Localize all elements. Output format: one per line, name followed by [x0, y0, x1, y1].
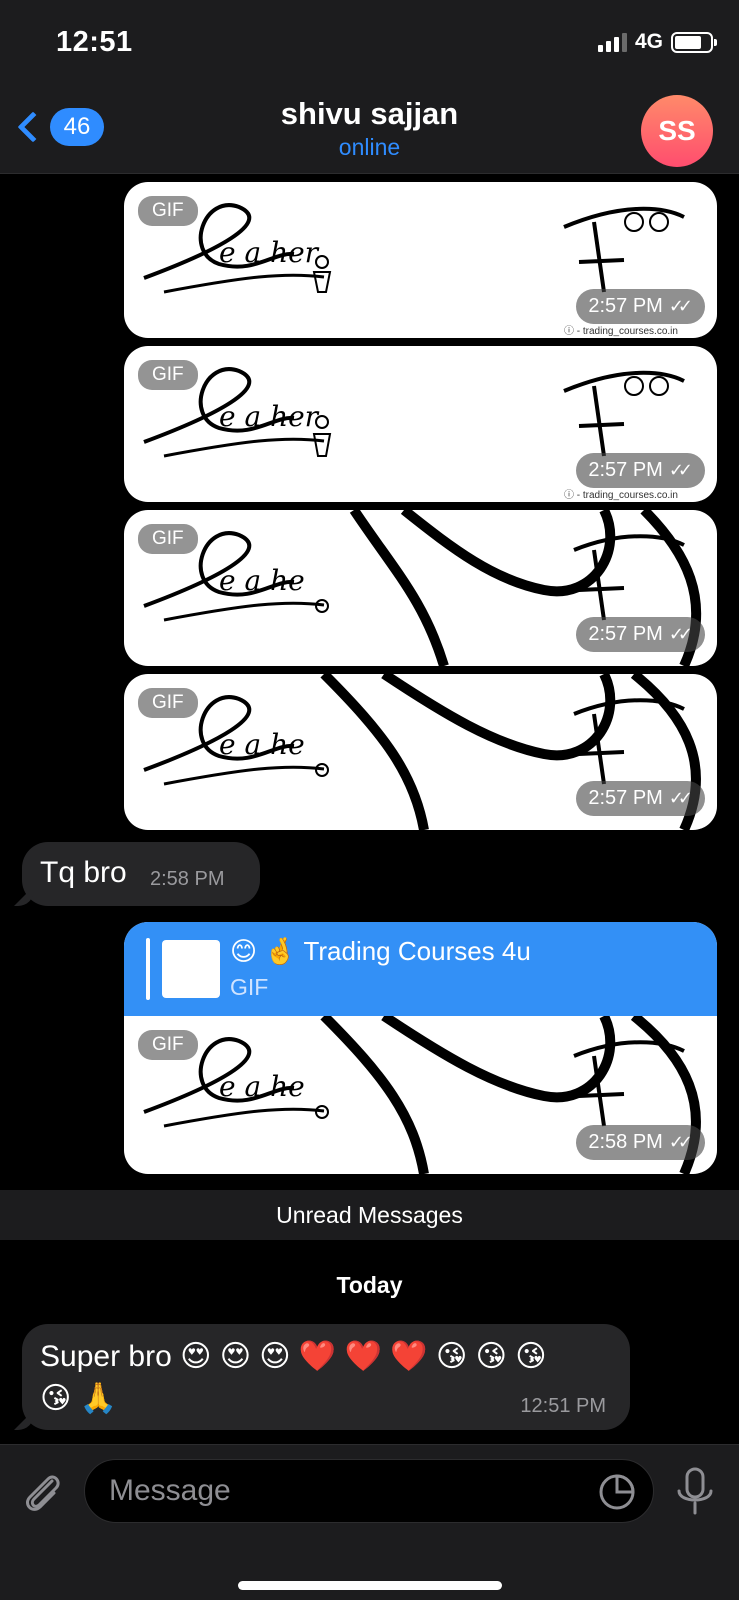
- svg-text:e a he: e a he: [219, 564, 305, 597]
- message-time: 2:57 PM ✓✓: [576, 617, 705, 652]
- read-ticks-icon: ✓✓: [668, 296, 693, 316]
- microphone-icon[interactable]: [671, 1465, 719, 1517]
- status-time: 12:51: [56, 26, 133, 58]
- read-ticks-icon: ✓✓: [668, 460, 693, 480]
- reply-thumbnail: [162, 940, 220, 998]
- svg-text:e a her: e a her: [219, 400, 320, 433]
- incoming-message[interactable]: Super bro 😍 😍 😍 ❤️ ❤️ ❤️ 😘 😘 😘 😘 🙏 12:51…: [14, 1324, 630, 1430]
- avatar[interactable]: SS: [641, 95, 713, 167]
- home-indicator[interactable]: [238, 1581, 502, 1590]
- paperclip-icon[interactable]: [18, 1467, 66, 1515]
- chat-title-area[interactable]: shivu sajjan online: [0, 96, 739, 161]
- reply-title: 😊 🤞 Trading Courses 4u: [230, 936, 531, 966]
- reply-subtitle: GIF: [230, 974, 269, 1000]
- composer: [0, 1444, 739, 1600]
- message-time: 2:58 PM ✓✓: [576, 1125, 705, 1160]
- unread-separator: Unread Messages: [0, 1190, 739, 1240]
- gif-message[interactable]: e a he GIF 2:57 PM ✓✓: [124, 510, 717, 666]
- message-time: 2:58 PM: [150, 868, 225, 890]
- message-time: 2:57 PM ✓✓: [576, 289, 705, 324]
- date-separator: Today: [336, 1272, 403, 1298]
- svg-text:ⓘ - trading_courses.co.in: ⓘ - trading_courses.co.in: [564, 325, 678, 337]
- message-text: Super bro 😍 😍 😍 ❤️ ❤️ ❤️ 😘 😘 😘 😘 🙏: [40, 1340, 547, 1415]
- read-ticks-icon: ✓✓: [668, 788, 693, 808]
- reply-preview[interactable]: 😊 🤞 Trading Courses 4u GIF: [124, 922, 717, 1016]
- gif-message[interactable]: e a her ⓘ - trading_courses.co.in GIF 2:…: [124, 182, 717, 338]
- read-ticks-icon: ✓✓: [668, 624, 693, 644]
- svg-text:ⓘ - trading_courses.co.in: ⓘ - trading_courses.co.in: [564, 489, 678, 501]
- chat-header: 12:51 4G 46 shivu sajjan online SS: [0, 0, 739, 174]
- chat-status: online: [338, 134, 401, 160]
- message-field[interactable]: [84, 1459, 654, 1523]
- message-list[interactable]: e a her ⓘ - trading_courses.co.in GIF 2:…: [0, 174, 739, 1444]
- read-ticks-icon: ✓✓: [668, 1132, 693, 1152]
- message-time: 2:57 PM ✓✓: [576, 453, 705, 488]
- gif-badge: GIF: [138, 360, 198, 390]
- message-time: 2:57 PM ✓✓: [576, 781, 705, 816]
- gif-badge: GIF: [138, 688, 198, 718]
- gif-message[interactable]: e a her ⓘ - trading_courses.co.in GIF 2:…: [124, 346, 717, 502]
- message-time: 12:51 PM: [520, 1395, 606, 1417]
- sticker-icon[interactable]: [597, 1472, 637, 1512]
- incoming-message[interactable]: Tq bro 2:58 PM: [14, 842, 260, 906]
- svg-text:e a her: e a her: [219, 236, 320, 269]
- status-indicators: 4G: [597, 30, 717, 54]
- message-text: Tq bro: [40, 856, 127, 889]
- chat-title: shivu sajjan: [280, 96, 459, 131]
- message-input[interactable]: [109, 1474, 549, 1508]
- gif-message[interactable]: e a he GIF 2:57 PM ✓✓: [124, 674, 717, 830]
- battery-icon: [671, 31, 717, 53]
- gif-badge: GIF: [138, 1030, 198, 1060]
- gif-content: e a he GIF 2:58 PM ✓✓: [124, 1016, 717, 1174]
- reply-gif-message[interactable]: 😊 🤞 Trading Courses 4u GIF e a he GIF 2:…: [124, 922, 717, 1174]
- network-type: 4G: [634, 30, 663, 53]
- gif-badge: GIF: [138, 196, 198, 226]
- signal-icon: [597, 32, 627, 52]
- svg-text:e a he: e a he: [219, 1070, 305, 1103]
- svg-text:e a he: e a he: [219, 728, 305, 761]
- gif-badge: GIF: [138, 524, 198, 554]
